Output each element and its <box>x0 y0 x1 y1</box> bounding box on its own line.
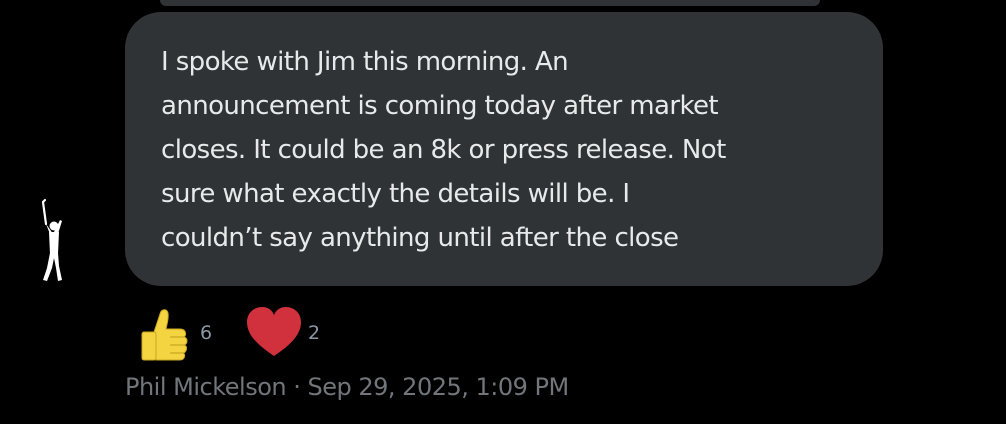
message-line: announcement is coming today after marke… <box>161 91 719 121</box>
previous-message-bubble-edge <box>160 0 820 6</box>
reactions-bar: 6 2 <box>140 304 380 362</box>
sender-name[interactable]: Phil Mickelson <box>125 373 287 401</box>
meta-separator: · <box>293 373 301 401</box>
message-line: I spoke with Jim this morning. An <box>161 47 569 77</box>
heart-icon <box>247 307 301 356</box>
message-line: sure what exactly the details will be. I <box>161 179 630 209</box>
sender-avatar[interactable] <box>32 198 76 284</box>
message-text: I spoke with Jim this morning. An announ… <box>161 40 861 260</box>
message-meta: Phil Mickelson · Sep 29, 2025, 1:09 PM <box>125 373 569 401</box>
message-bubble[interactable]: I spoke with Jim this morning. An announ… <box>125 12 883 286</box>
reaction-count: 6 <box>200 322 213 344</box>
reaction-thumbs-up[interactable]: 6 <box>140 304 230 362</box>
golfer-silhouette-icon <box>41 198 62 281</box>
thumbs-up-icon <box>141 309 188 361</box>
reaction-heart[interactable]: 2 <box>244 304 344 362</box>
message-line: couldn’t say anything until after the cl… <box>161 223 679 253</box>
message-line: closes. It could be an 8k or press relea… <box>161 135 726 165</box>
message-timestamp: Sep 29, 2025, 1:09 PM <box>307 373 570 401</box>
reaction-count: 2 <box>308 322 321 344</box>
